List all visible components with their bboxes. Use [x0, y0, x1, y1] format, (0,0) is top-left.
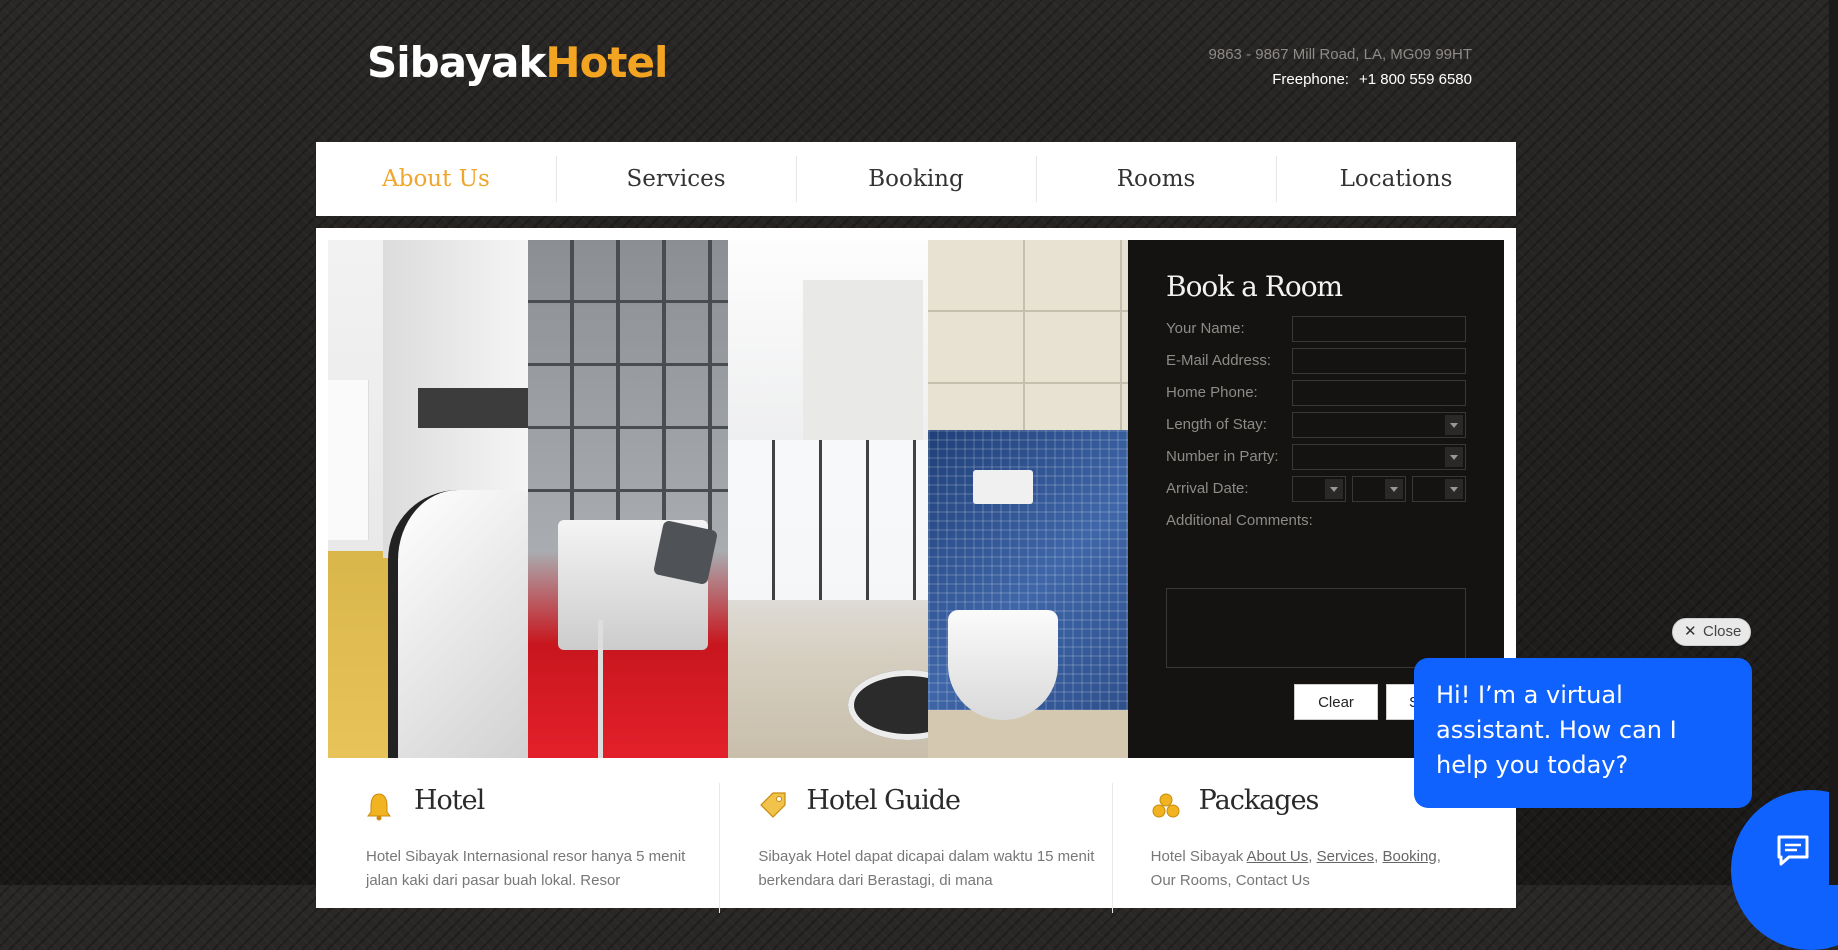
gallery-panel-bathroom[interactable]	[928, 240, 1128, 758]
feature-hotel: Hotel Hotel Sibayak Internasional resor …	[328, 783, 719, 913]
comments-label: Additional Comments:	[1166, 512, 1313, 529]
flush-plate	[973, 470, 1033, 504]
cabinet-shape	[328, 380, 369, 540]
shelf-shape	[418, 388, 528, 428]
window-frames	[728, 440, 928, 600]
chat-icon	[1777, 835, 1809, 866]
chat-close-button[interactable]: ✕ Close	[1672, 618, 1751, 646]
rug-shape	[848, 670, 928, 740]
chat-launcher-button[interactable]	[1731, 790, 1838, 950]
logo-text-primary: Sibayak	[367, 38, 546, 87]
chevron-down-icon	[1445, 415, 1463, 435]
nav-about-us[interactable]: About Us	[316, 142, 556, 216]
stay-label: Length of Stay:	[1166, 416, 1267, 433]
chevron-down-icon	[1445, 479, 1463, 499]
nav-rooms[interactable]: Rooms	[1036, 142, 1276, 216]
feature-text: Hotel Sibayak About Us, Services, Bookin…	[1150, 848, 1441, 889]
arrival-label: Arrival Date:	[1166, 480, 1249, 497]
bathroom-floor	[928, 710, 1128, 758]
link-our-rooms[interactable]: Our Rooms	[1151, 872, 1228, 889]
email-field[interactable]	[1292, 348, 1466, 374]
name-label: Your Name:	[1166, 320, 1245, 337]
nav-booking[interactable]: Booking	[796, 142, 1036, 216]
feature-text: Sibayak Hotel dapat dicapai dalam waktu …	[758, 848, 1095, 889]
close-icon: ✕	[1684, 623, 1697, 640]
chevron-down-icon	[1445, 447, 1463, 467]
chevron-down-icon	[1325, 479, 1343, 499]
lamp-pole	[598, 620, 603, 758]
link-contact-us[interactable]: Contact Us	[1236, 872, 1310, 889]
chevron-down-icon	[1385, 479, 1403, 499]
wall-tiles	[928, 240, 1128, 430]
nav-locations[interactable]: Locations	[1276, 142, 1516, 216]
features-row: Hotel Hotel Sibayak Internasional resor …	[328, 783, 1504, 913]
email-label: E-Mail Address:	[1166, 352, 1272, 369]
phone-number: +1 800 559 6580	[1358, 71, 1472, 88]
logo-text-accent: Hotel	[545, 38, 668, 87]
link-services[interactable]: Services	[1317, 848, 1375, 865]
bell-icon	[367, 793, 391, 821]
comments-textarea[interactable]	[1166, 588, 1466, 668]
length-of-stay-select[interactable]	[1292, 412, 1466, 438]
site-logo[interactable]: SibayakHotel	[367, 38, 668, 87]
feature-title: Hotel Guide	[806, 785, 961, 816]
gallery-panel-lounge[interactable]	[528, 240, 728, 758]
link-booking[interactable]: Booking	[1382, 848, 1436, 865]
phone-label: Freephone:	[1272, 71, 1349, 88]
feature-text: Hotel Sibayak Internasional resor hanya …	[366, 848, 686, 889]
window-blind	[803, 280, 923, 440]
room-gallery	[328, 240, 1128, 758]
close-label: Close	[1703, 623, 1742, 640]
header-phone: Freephone: +1 800 559 6580	[1272, 71, 1472, 88]
name-field[interactable]	[1292, 316, 1466, 342]
tag-icon	[760, 792, 786, 818]
link-about-us[interactable]: About Us	[1247, 848, 1309, 865]
chat-greeting-bubble[interactable]: Hi! I’m a virtual assistant. How can I h…	[1414, 658, 1752, 808]
feature-title: Hotel	[414, 785, 485, 816]
header-address: 9863 - 9867 Mill Road, LA, MG09 99HT	[1208, 46, 1472, 63]
feature-hotel-guide: Hotel Guide Sibayak Hotel dapat dicapai …	[719, 783, 1111, 913]
main-nav: About Us Services Booking Rooms Location…	[316, 142, 1516, 216]
feature-title: Packages	[1198, 785, 1320, 816]
packages-prefix: Hotel Sibayak	[1150, 848, 1247, 865]
home-phone-field[interactable]	[1292, 380, 1466, 406]
arrival-year-select[interactable]	[1412, 476, 1466, 502]
main-content: Book a Room Your Name: E-Mail Address: H…	[316, 228, 1516, 913]
clear-button[interactable]: Clear	[1294, 684, 1378, 720]
site-header: SibayakHotel 9863 - 9867 Mill Road, LA, …	[0, 0, 1838, 140]
party-size-select[interactable]	[1292, 444, 1466, 470]
partition-grid	[528, 240, 728, 551]
gallery-panel-living-room[interactable]	[328, 240, 528, 758]
nav-services[interactable]: Services	[556, 142, 796, 216]
arrival-day-select[interactable]	[1292, 476, 1346, 502]
coins-icon	[1152, 793, 1180, 818]
party-label: Number in Party:	[1166, 448, 1279, 465]
page-scrollbar[interactable]	[1829, 0, 1838, 885]
booking-title: Book a Room	[1166, 270, 1343, 303]
toilet-shape	[948, 610, 1058, 720]
arrival-month-select[interactable]	[1352, 476, 1406, 502]
chair-shape	[388, 490, 528, 758]
phone-label-form: Home Phone:	[1166, 384, 1258, 401]
pillow-shape	[652, 519, 719, 586]
gallery-panel-windows[interactable]	[728, 240, 928, 758]
